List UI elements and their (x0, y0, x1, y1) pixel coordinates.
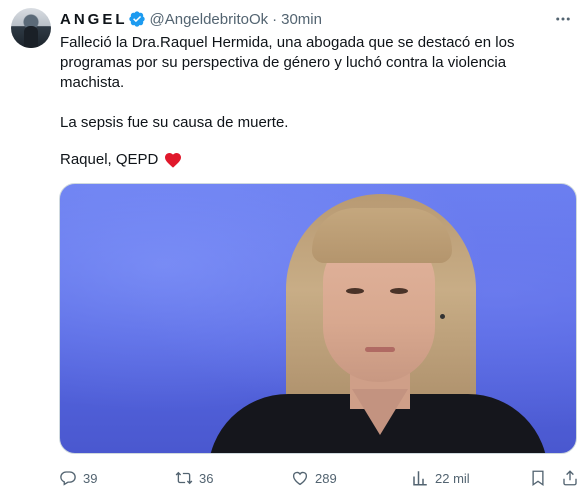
tweet-paragraph-3: Raquel, QEPD (60, 150, 182, 170)
retweet-count: 36 (199, 470, 214, 486)
bookmark-icon (532, 470, 544, 487)
like-count: 289 (315, 470, 337, 486)
more-icon[interactable] (551, 9, 575, 29)
share-icon (563, 470, 577, 486)
avatar-figure (24, 26, 38, 48)
verified-badge-icon (128, 11, 145, 27)
tweet-paragraph-1: Falleció la Dra.Raquel Hermida, una abog… (60, 34, 515, 91)
views-icon (413, 471, 427, 486)
bookmark-button[interactable] (529, 468, 547, 488)
view-count: 22 mil (435, 470, 470, 486)
author-name[interactable]: ANGEL (60, 11, 128, 28)
reply-count: 39 (83, 470, 98, 486)
tweet-media-image[interactable] (59, 183, 577, 454)
separator-dot: · (272, 10, 278, 28)
person-eye-right (390, 288, 408, 294)
tweet: ANGEL @AngeldebritoOk · 30min Falleció l… (0, 0, 588, 489)
retweet-button[interactable]: 36 (175, 468, 213, 488)
person-mouth (365, 347, 395, 352)
lapel-microphone (440, 314, 445, 319)
retweet-icon (175, 471, 193, 485)
views-button[interactable]: 22 mil (411, 468, 470, 488)
person-bangs (312, 208, 452, 263)
tweet-paragraph-3-text: Raquel, QEPD (60, 151, 159, 168)
avatar[interactable] (11, 8, 51, 48)
tweet-paragraph-2: La sepsis fue su causa de muerte. (60, 114, 289, 131)
tweet-actions: 39 36 289 22 mil (59, 468, 579, 488)
share-button[interactable] (561, 468, 579, 488)
reply-button[interactable]: 39 (59, 468, 97, 488)
author-handle[interactable]: @AngeldebritoOk (150, 11, 269, 28)
person-eye-left (346, 288, 364, 294)
like-icon (292, 471, 308, 486)
heart-emoji-icon (165, 152, 182, 168)
like-button[interactable]: 289 (291, 468, 337, 488)
reply-icon (60, 471, 76, 486)
tweet-header: ANGEL @AngeldebritoOk · 30min (60, 9, 322, 29)
tweet-time[interactable]: 30min (281, 11, 322, 28)
